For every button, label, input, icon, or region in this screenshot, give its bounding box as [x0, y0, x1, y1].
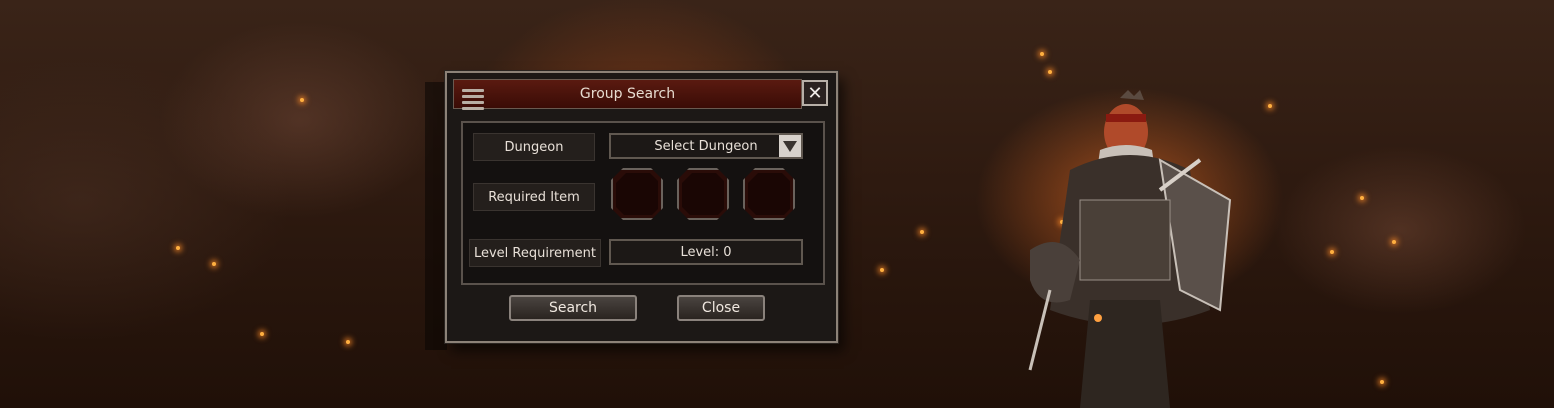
- close-button[interactable]: Close: [677, 295, 765, 321]
- chevron-down-icon[interactable]: [779, 135, 801, 157]
- group-search-dialog: Group Search ✕ Dungeon Select Dungeon Re…: [445, 71, 838, 343]
- required-item-label: Required Item: [473, 183, 595, 211]
- dungeon-dropdown-value: Select Dungeon: [654, 138, 758, 154]
- close-icon[interactable]: ✕: [802, 80, 828, 106]
- dungeon-label: Dungeon: [473, 133, 595, 161]
- dialog-title: Group Search: [579, 86, 676, 102]
- level-field[interactable]: Level: 0: [609, 239, 803, 265]
- search-form-panel: Dungeon Select Dungeon Required Item Lev…: [461, 121, 825, 285]
- item-slot-2[interactable]: [677, 168, 729, 220]
- menu-icon[interactable]: [462, 86, 484, 112]
- search-button[interactable]: Search: [509, 295, 637, 321]
- dialog-shadow: [425, 82, 447, 350]
- warrior-character: [1028, 90, 1232, 408]
- item-slot-3[interactable]: [743, 168, 795, 220]
- title-bar[interactable]: Group Search: [453, 79, 802, 112]
- level-requirement-label: Level Requirement: [469, 239, 601, 267]
- dungeon-dropdown[interactable]: Select Dungeon: [609, 133, 803, 159]
- item-slot-1[interactable]: [611, 168, 663, 220]
